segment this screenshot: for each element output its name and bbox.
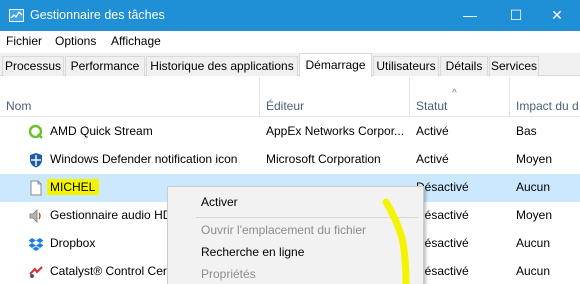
menu-bar: Fichier Options Affichage: [0, 31, 580, 53]
table-row[interactable]: Windows Defender notification icon Micro…: [0, 146, 580, 174]
amd-quick-stream-icon: [28, 124, 44, 140]
tab-processus[interactable]: Processus: [2, 56, 64, 76]
row-name: Catalyst® Control Cer: [50, 264, 167, 278]
tab-demarrage[interactable]: Démarrage: [299, 53, 372, 77]
menu-item-proprietes[interactable]: Propriétés: [201, 267, 256, 281]
column-impact[interactable]: Impact du d: [516, 99, 579, 113]
row-impact: Aucun: [516, 180, 551, 194]
row-impact: Moyen: [516, 152, 553, 166]
row-name: Windows Defender notification icon: [50, 152, 238, 166]
row-name: MICHEL: [47, 179, 99, 195]
menu-item-activer[interactable]: Activer: [201, 195, 238, 209]
close-button[interactable]: ✕: [534, 0, 580, 31]
row-status: Activé: [416, 124, 449, 138]
tab-historique[interactable]: Historique des applications: [146, 56, 298, 76]
window-title: Gestionnaire des tâches: [30, 8, 165, 22]
catalyst-icon: [28, 264, 44, 280]
maximize-button[interactable]: ☐: [493, 0, 539, 31]
speaker-icon: [28, 208, 44, 224]
menu-options[interactable]: Options: [55, 34, 96, 48]
title-bar[interactable]: Gestionnaire des tâches — ☐ ✕: [0, 0, 580, 31]
tab-services[interactable]: Services: [489, 56, 539, 76]
row-name: Gestionnaire audio HD: [50, 208, 168, 222]
row-status: Activé: [416, 152, 449, 166]
row-status: Désactivé: [416, 180, 469, 194]
row-impact: Bas: [516, 124, 537, 138]
tab-utilisateurs[interactable]: Utilisateurs: [373, 56, 439, 76]
row-name: Dropbox: [50, 236, 96, 250]
row-status: Désactivé: [416, 208, 469, 222]
column-publisher[interactable]: Éditeur: [266, 99, 304, 113]
column-status[interactable]: Statut: [416, 99, 447, 113]
dropbox-icon: [28, 236, 44, 252]
row-status: Désactivé: [416, 264, 469, 278]
column-header-row: Nom Éditeur ^ Statut Impact du d: [0, 77, 580, 117]
column-divider[interactable]: [409, 77, 410, 117]
tab-details[interactable]: Détails: [440, 56, 488, 76]
blank-file-icon: [28, 180, 44, 196]
tab-bar: Processus Performance Historique des app…: [0, 53, 580, 77]
row-impact: Moyen: [516, 208, 553, 222]
windows-defender-icon: [28, 152, 44, 168]
table-row[interactable]: AMD Quick Stream AppEx Networks Corpor..…: [0, 118, 580, 146]
row-impact: Aucun: [516, 264, 551, 278]
column-divider[interactable]: [509, 77, 510, 117]
column-divider[interactable]: [259, 77, 260, 117]
menu-fichier[interactable]: Fichier: [6, 34, 42, 48]
menu-item-ouvrir-emplacement[interactable]: Ouvrir l'emplacement du fichier: [201, 223, 366, 237]
tab-performance[interactable]: Performance: [65, 56, 145, 76]
menu-item-recherche-en-ligne[interactable]: Recherche en ligne: [201, 245, 304, 259]
minimize-button[interactable]: —: [447, 0, 493, 31]
row-status: Désactivé: [416, 236, 469, 250]
sort-up-icon: ^: [452, 88, 457, 99]
row-name: AMD Quick Stream: [50, 124, 153, 138]
row-publisher: Microsoft Corporation: [266, 152, 381, 166]
column-name[interactable]: Nom: [6, 99, 31, 113]
menu-affichage[interactable]: Affichage: [111, 34, 161, 48]
annotation-marker: [382, 198, 410, 284]
row-impact: Aucun: [516, 236, 551, 250]
row-publisher: AppEx Networks Corpor...: [266, 124, 405, 138]
task-manager-icon: [9, 9, 24, 22]
